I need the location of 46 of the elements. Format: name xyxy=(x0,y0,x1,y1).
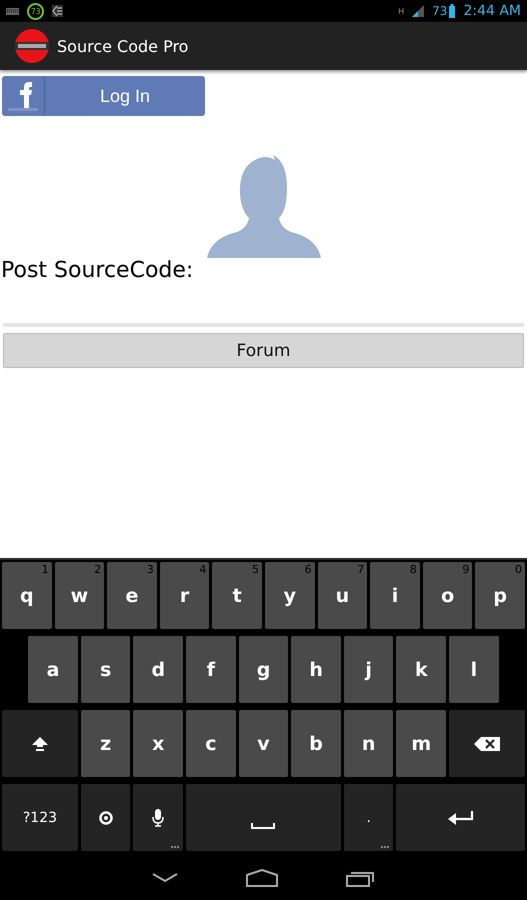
number-hint: 1 xyxy=(42,563,49,576)
number-hint: 7 xyxy=(357,563,364,576)
network-type: H xyxy=(398,6,404,16)
letter-key[interactable]: w 2 xyxy=(54,562,104,629)
number-hint: 6 xyxy=(304,563,312,576)
letter-key[interactable]: l xyxy=(449,636,499,703)
letter-key[interactable]: b xyxy=(291,710,341,777)
letter-key[interactable]: v xyxy=(238,710,288,777)
letter-key[interactable]: f xyxy=(186,636,236,703)
number-hint: 8 xyxy=(410,563,417,576)
number-hint: 3 xyxy=(146,563,154,576)
letter-key[interactable]: e 3 xyxy=(107,562,157,629)
letter-key[interactable]: y 6 xyxy=(264,562,315,629)
clock: 2:44 AM xyxy=(463,3,521,19)
letter-key[interactable]: d xyxy=(133,636,184,703)
letter-key[interactable]: x xyxy=(133,710,184,777)
letter-key[interactable]: h xyxy=(291,636,341,703)
facebook-login-button[interactable]: Log In xyxy=(2,76,205,116)
notification-badge: 73 xyxy=(27,2,44,20)
letter-key[interactable]: o 9 xyxy=(422,562,472,629)
letter-key[interactable]: r 4 xyxy=(160,562,210,629)
letter-key[interactable]: q 1 xyxy=(2,562,52,629)
letter-key[interactable]: j xyxy=(344,636,394,703)
letter-key[interactable]: k xyxy=(396,636,446,703)
letter-key[interactable]: g xyxy=(238,636,288,703)
number-hint: 4 xyxy=(199,563,206,576)
letter-key[interactable]: n xyxy=(344,710,394,777)
letter-key[interactable]: a xyxy=(28,636,78,703)
letter-key[interactable]: t 5 xyxy=(212,562,262,629)
number-hint: 0 xyxy=(514,563,522,576)
letter-key[interactable]: u 7 xyxy=(318,562,368,629)
letter-key[interactable]: z xyxy=(80,710,130,777)
post-label: Post SourceCode: xyxy=(1,258,194,283)
symbols-key[interactable]: ?123 xyxy=(2,784,78,851)
letter-key[interactable]: m xyxy=(396,710,446,777)
number-hint: 2 xyxy=(94,563,102,576)
letter-key[interactable]: c xyxy=(186,710,236,777)
app-title: Source Code Pro xyxy=(57,36,188,56)
letter-key[interactable]: s xyxy=(80,636,130,703)
number-hint: 9 xyxy=(462,563,470,576)
letter-key[interactable]: i 8 xyxy=(370,562,420,629)
letter-key[interactable]: p 0 xyxy=(475,562,525,629)
number-hint: 5 xyxy=(252,563,259,576)
period-key[interactable]: . xyxy=(344,784,394,851)
battery-percent: 73 xyxy=(432,4,448,18)
forum-button[interactable]: Forum xyxy=(3,333,524,368)
